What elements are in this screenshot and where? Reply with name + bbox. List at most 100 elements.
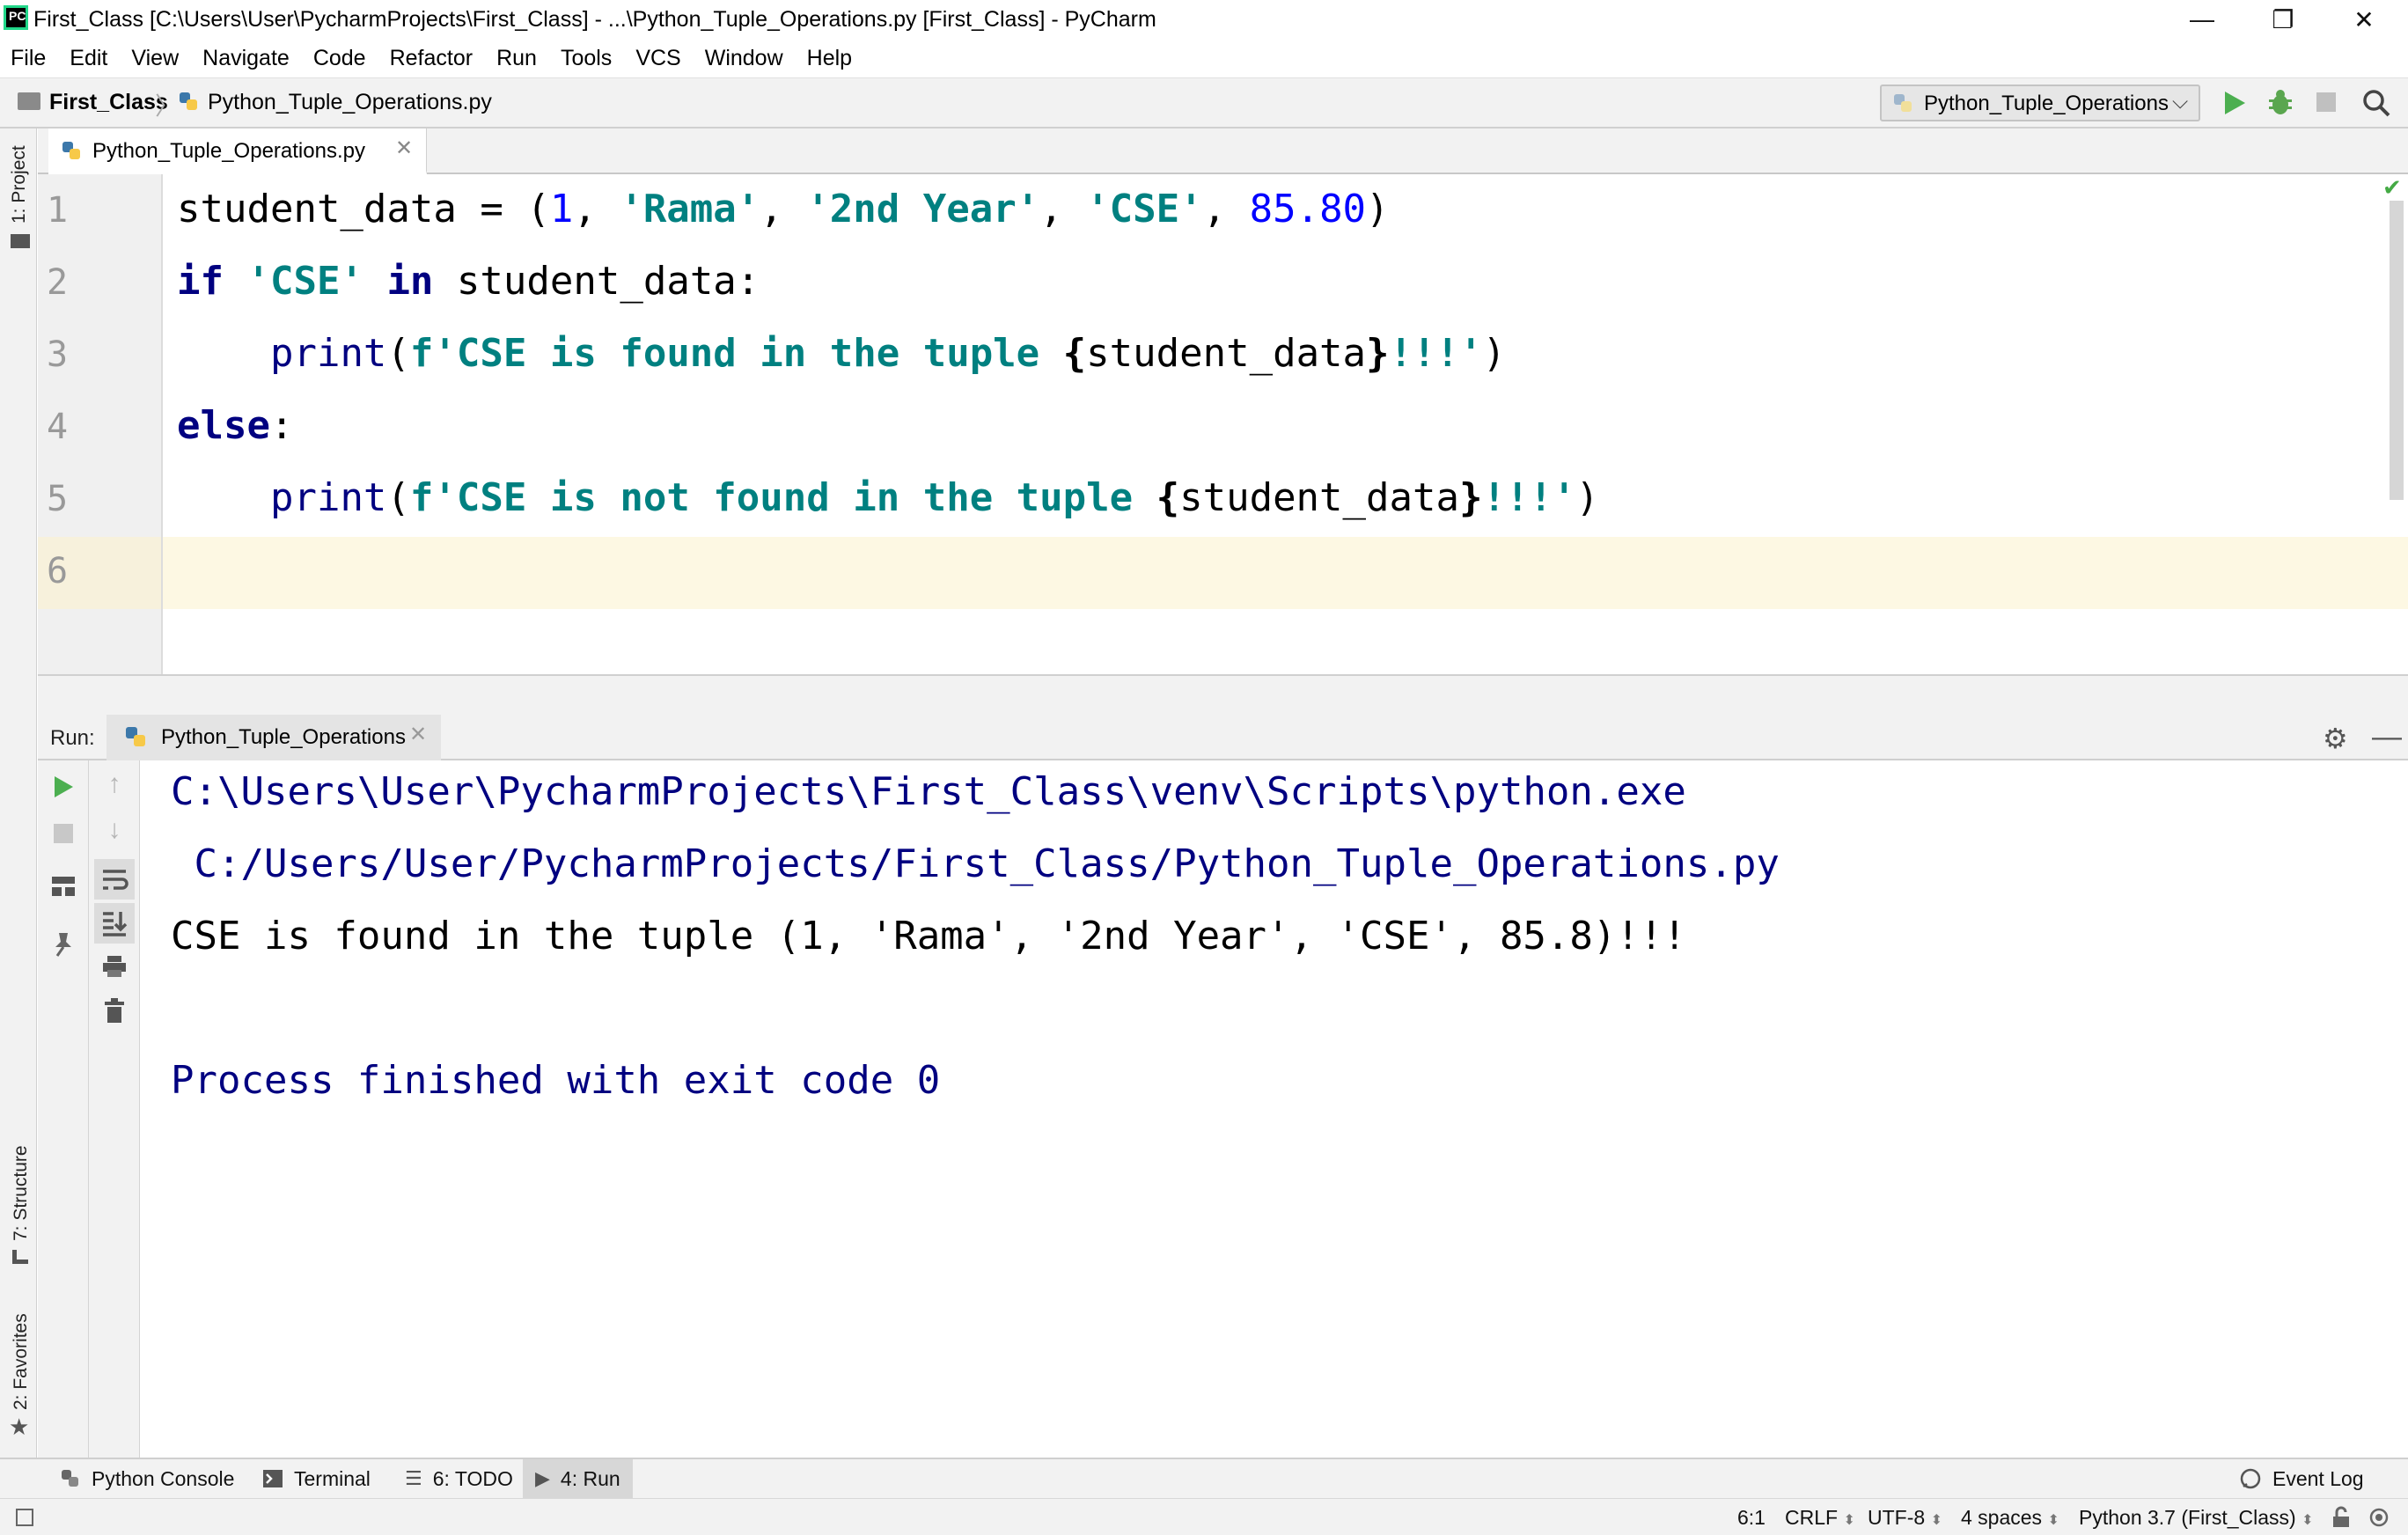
run-console-output[interactable]: C:\Users\User\PycharmProjects\First_Clas… <box>141 760 2408 1458</box>
menu-window[interactable]: Window <box>705 46 783 71</box>
run-panel-label: Run: <box>50 726 95 751</box>
code-line-1: student_data = (1, 'Rama', '2nd Year', '… <box>177 187 1390 231</box>
run-configuration-label: Python_Tuple_Operations <box>1924 92 2169 116</box>
python-file-icon <box>178 91 201 114</box>
run-icon[interactable] <box>2221 89 2248 117</box>
stop-icon[interactable] <box>54 824 73 843</box>
indent-setting[interactable]: 4 spaces ⬍ <box>1961 1506 2059 1530</box>
line-number: 4 <box>47 407 68 447</box>
line-number: 3 <box>47 334 68 375</box>
console-line: CSE is found in the tuple (1, 'Rama', '2… <box>171 914 1686 958</box>
menu-file[interactable]: File <box>11 46 46 71</box>
bottom-tool-tabs: Python Console Terminal ☰ 6: TODO ▶ 4: R… <box>0 1458 2408 1498</box>
structure-tool-tab[interactable]: 7: Structure <box>11 1145 32 1241</box>
console-line: C:/Users/User/PycharmProjects/First_Clas… <box>171 841 1780 886</box>
pycharm-logo-icon: PC <box>4 5 28 30</box>
close-tab-icon[interactable]: ✕ <box>395 136 413 161</box>
list-icon: ☰ <box>405 1467 422 1490</box>
menu-vcs[interactable]: VCS <box>635 46 680 71</box>
editor-tabs: Python_Tuple_Operations.py ✕ <box>38 129 2408 174</box>
scroll-to-end-toggle[interactable] <box>94 903 135 944</box>
python-console-tab[interactable]: Python Console <box>48 1459 246 1498</box>
scroll-to-end-icon <box>94 903 135 944</box>
restore-window-button[interactable]: ❐ <box>2243 0 2324 39</box>
console-line: C:\Users\User\PycharmProjects\First_Clas… <box>171 769 1686 814</box>
menu-run[interactable]: Run <box>496 46 537 71</box>
menu-view[interactable]: View <box>131 46 179 71</box>
caret-position[interactable]: 6:1 <box>1737 1506 1766 1530</box>
run-panel-header: Run: Python_Tuple_Operations ✕ ⚙ — <box>38 715 2408 760</box>
code-line-3: print(f'CSE is found in the tuple {stude… <box>177 331 1506 376</box>
debug-icon[interactable] <box>2267 89 2294 117</box>
arrow-down-icon[interactable]: ↓ <box>95 815 134 845</box>
menu-code[interactable]: Code <box>313 46 366 71</box>
run-tab-python-tuple-operations[interactable]: Python_Tuple_Operations ✕ <box>106 715 441 760</box>
menu-edit[interactable]: Edit <box>70 46 107 71</box>
editor-scrollbar[interactable] <box>2390 201 2404 500</box>
python-icon <box>1892 92 1915 115</box>
menu-navigate[interactable]: Navigate <box>202 46 290 71</box>
chevron-down-icon: ⌵ <box>2172 90 2188 114</box>
gear-icon[interactable]: ⚙ <box>2323 722 2348 755</box>
status-bar: 6:1 CRLF ⬍ UTF-8 ⬍ 4 spaces ⬍ Python 3.7… <box>0 1498 2408 1535</box>
search-icon[interactable] <box>2359 85 2394 121</box>
menu-refactor[interactable]: Refactor <box>390 46 473 71</box>
soft-wrap-icon <box>94 859 135 900</box>
python-interpreter[interactable]: Python 3.7 (First_Class) ⬍ <box>2079 1506 2314 1530</box>
breadcrumb-project[interactable]: First_Class <box>49 90 168 115</box>
file-encoding[interactable]: UTF-8 ⬍ <box>1868 1506 1942 1530</box>
pin-icon[interactable] <box>52 931 75 958</box>
layout-icon[interactable] <box>50 875 77 898</box>
todo-tab[interactable]: ☰ 6: TODO <box>393 1459 525 1498</box>
python-icon <box>60 1468 81 1489</box>
run-toolbar-primary <box>38 760 89 1458</box>
inspection-ok-icon: ✔ <box>2382 174 2402 202</box>
python-icon <box>124 725 149 750</box>
favorites-tool-tab[interactable]: 2: Favorites <box>11 1313 32 1410</box>
soft-wrap-toggle[interactable] <box>94 859 135 900</box>
arrow-up-icon[interactable]: ↑ <box>95 769 134 799</box>
terminal-icon <box>262 1469 283 1488</box>
hide-panel-icon[interactable]: — <box>2372 720 2402 754</box>
code-line-4: else: <box>177 403 293 448</box>
current-line-highlight <box>38 537 2408 609</box>
title-bar: PC First_Class [C:\Users\User\PycharmPro… <box>0 0 2408 39</box>
breadcrumb-separator: 〉 <box>155 87 180 122</box>
run-configuration-dropdown[interactable]: Python_Tuple_Operations ⌵ <box>1880 84 2200 121</box>
window-title: First_Class [C:\Users\User\PycharmProjec… <box>33 7 1156 33</box>
line-number: 2 <box>47 262 68 303</box>
python-file-icon <box>61 140 84 163</box>
left-tool-stripe: 1: Project 7: Structure 2: Favorites ★ <box>0 129 37 1458</box>
event-log-tab[interactable]: Event Log <box>2227 1459 2376 1498</box>
unlock-icon[interactable] <box>2331 1506 2352 1529</box>
terminal-tab[interactable]: Terminal <box>250 1459 383 1498</box>
line-separator[interactable]: CRLF ⬍ <box>1785 1506 1855 1530</box>
print-icon[interactable] <box>101 954 128 979</box>
rerun-icon[interactable] <box>52 775 75 799</box>
structure-icon <box>12 1250 28 1264</box>
menu-help[interactable]: Help <box>807 46 852 71</box>
project-folder-icon <box>11 234 30 248</box>
run-tool-tab[interactable]: ▶ 4: Run <box>523 1459 633 1498</box>
run-icon: ▶ <box>535 1467 550 1490</box>
line-number: 1 <box>47 190 68 231</box>
trash-icon[interactable] <box>103 998 126 1025</box>
editor-tab-python-tuple-operations[interactable]: Python_Tuple_Operations.py ✕ <box>48 129 427 174</box>
menu-tools[interactable]: Tools <box>561 46 612 71</box>
breadcrumb-file[interactable]: Python_Tuple_Operations.py <box>208 90 492 115</box>
tool-windows-toggle-icon[interactable] <box>16 1509 33 1526</box>
close-window-button[interactable]: ✕ <box>2324 0 2404 39</box>
event-log-icon <box>2239 1467 2262 1490</box>
menu-bar: File Edit View Navigate Code Refactor Ru… <box>0 39 2408 77</box>
code-line-5: print(f'CSE is not found in the tuple {s… <box>177 475 1599 520</box>
stop-icon[interactable] <box>2316 92 2336 112</box>
line-number: 6 <box>47 551 68 591</box>
navigation-bar: First_Class 〉 Python_Tuple_Operations.py… <box>0 77 2408 129</box>
code-editor[interactable]: 1 2 3 4 5 6 student_data = (1, 'Rama', '… <box>38 174 2408 674</box>
minimize-window-button[interactable]: — <box>2162 0 2243 39</box>
inspector-icon[interactable] <box>2368 1506 2390 1529</box>
editor-run-splitter[interactable] <box>38 674 2408 715</box>
editor-tab-label: Python_Tuple_Operations.py <box>92 139 365 164</box>
close-tab-icon[interactable]: ✕ <box>409 722 427 747</box>
project-tool-tab[interactable]: 1: Project <box>9 145 30 224</box>
